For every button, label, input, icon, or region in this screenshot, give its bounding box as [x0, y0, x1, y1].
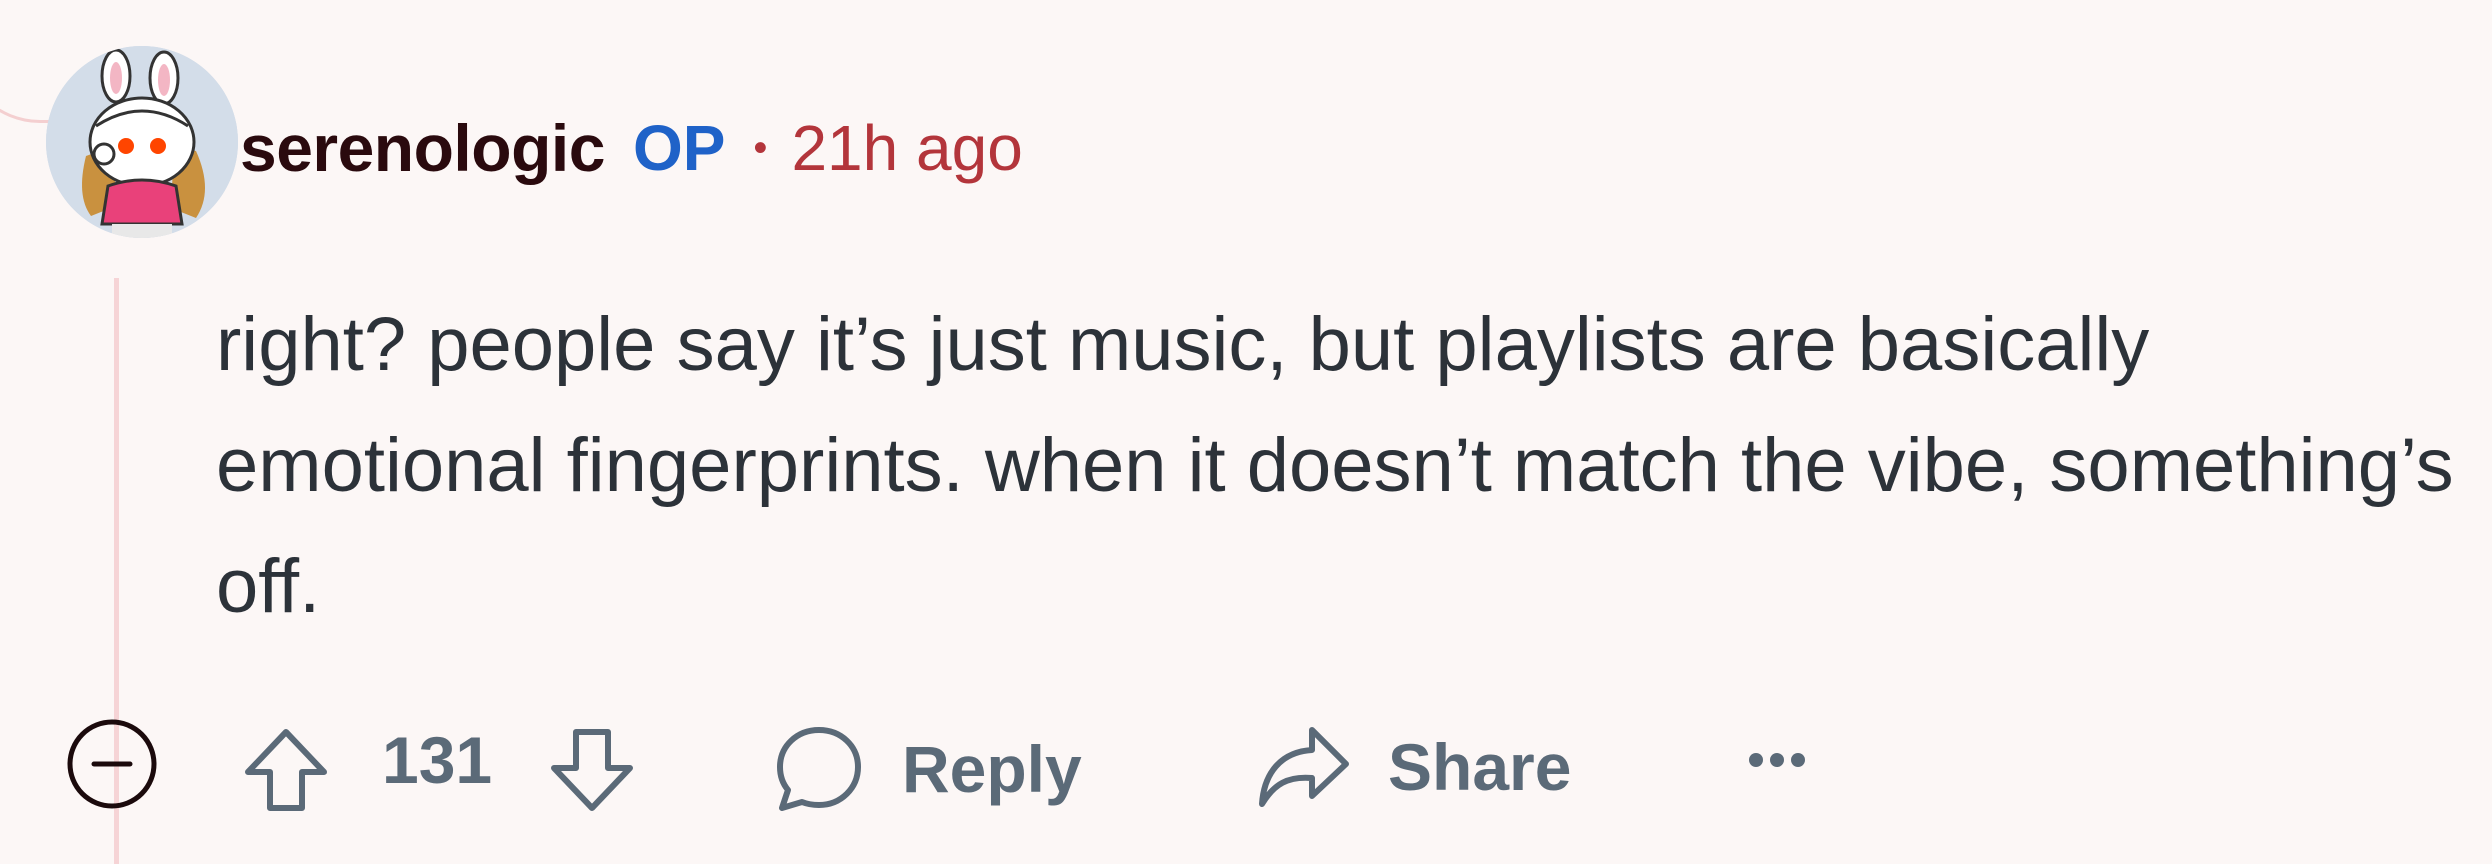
downvote-button[interactable] — [546, 724, 638, 816]
reply-label: Reply — [902, 732, 1082, 806]
username-link[interactable]: serenologic — [240, 110, 605, 186]
speech-bubble-icon — [777, 727, 861, 811]
bunny-avatar-icon — [46, 46, 238, 238]
more-dots-icon — [1749, 753, 1805, 767]
more-options-button[interactable] — [1744, 730, 1810, 790]
share-arrow-icon — [1259, 727, 1349, 807]
vote-score: 131 — [382, 723, 493, 797]
comment: serenologic OP • 21h ago right? people s… — [0, 0, 2492, 864]
comment-body: right? people say it’s just music, but p… — [216, 302, 2454, 629]
comment-actions: 131 Reply Share — [64, 708, 2064, 818]
share-label: Share — [1388, 730, 1572, 804]
upvote-button[interactable] — [240, 724, 332, 816]
collapse-minus-icon — [67, 719, 157, 809]
op-badge: OP — [632, 112, 726, 184]
thread-connector — [0, 0, 55, 123]
share-button[interactable]: Share — [1256, 722, 1571, 812]
downvote-arrow-icon — [551, 729, 633, 811]
upvote-arrow-icon — [245, 729, 327, 811]
collapse-button[interactable] — [64, 716, 160, 812]
reply-button[interactable]: Reply — [772, 722, 1082, 816]
separator-dot: • — [753, 125, 768, 170]
comment-header: serenologic OP • 21h ago — [240, 108, 1023, 188]
timestamp[interactable]: 21h ago — [791, 111, 1022, 185]
avatar[interactable] — [46, 46, 238, 238]
